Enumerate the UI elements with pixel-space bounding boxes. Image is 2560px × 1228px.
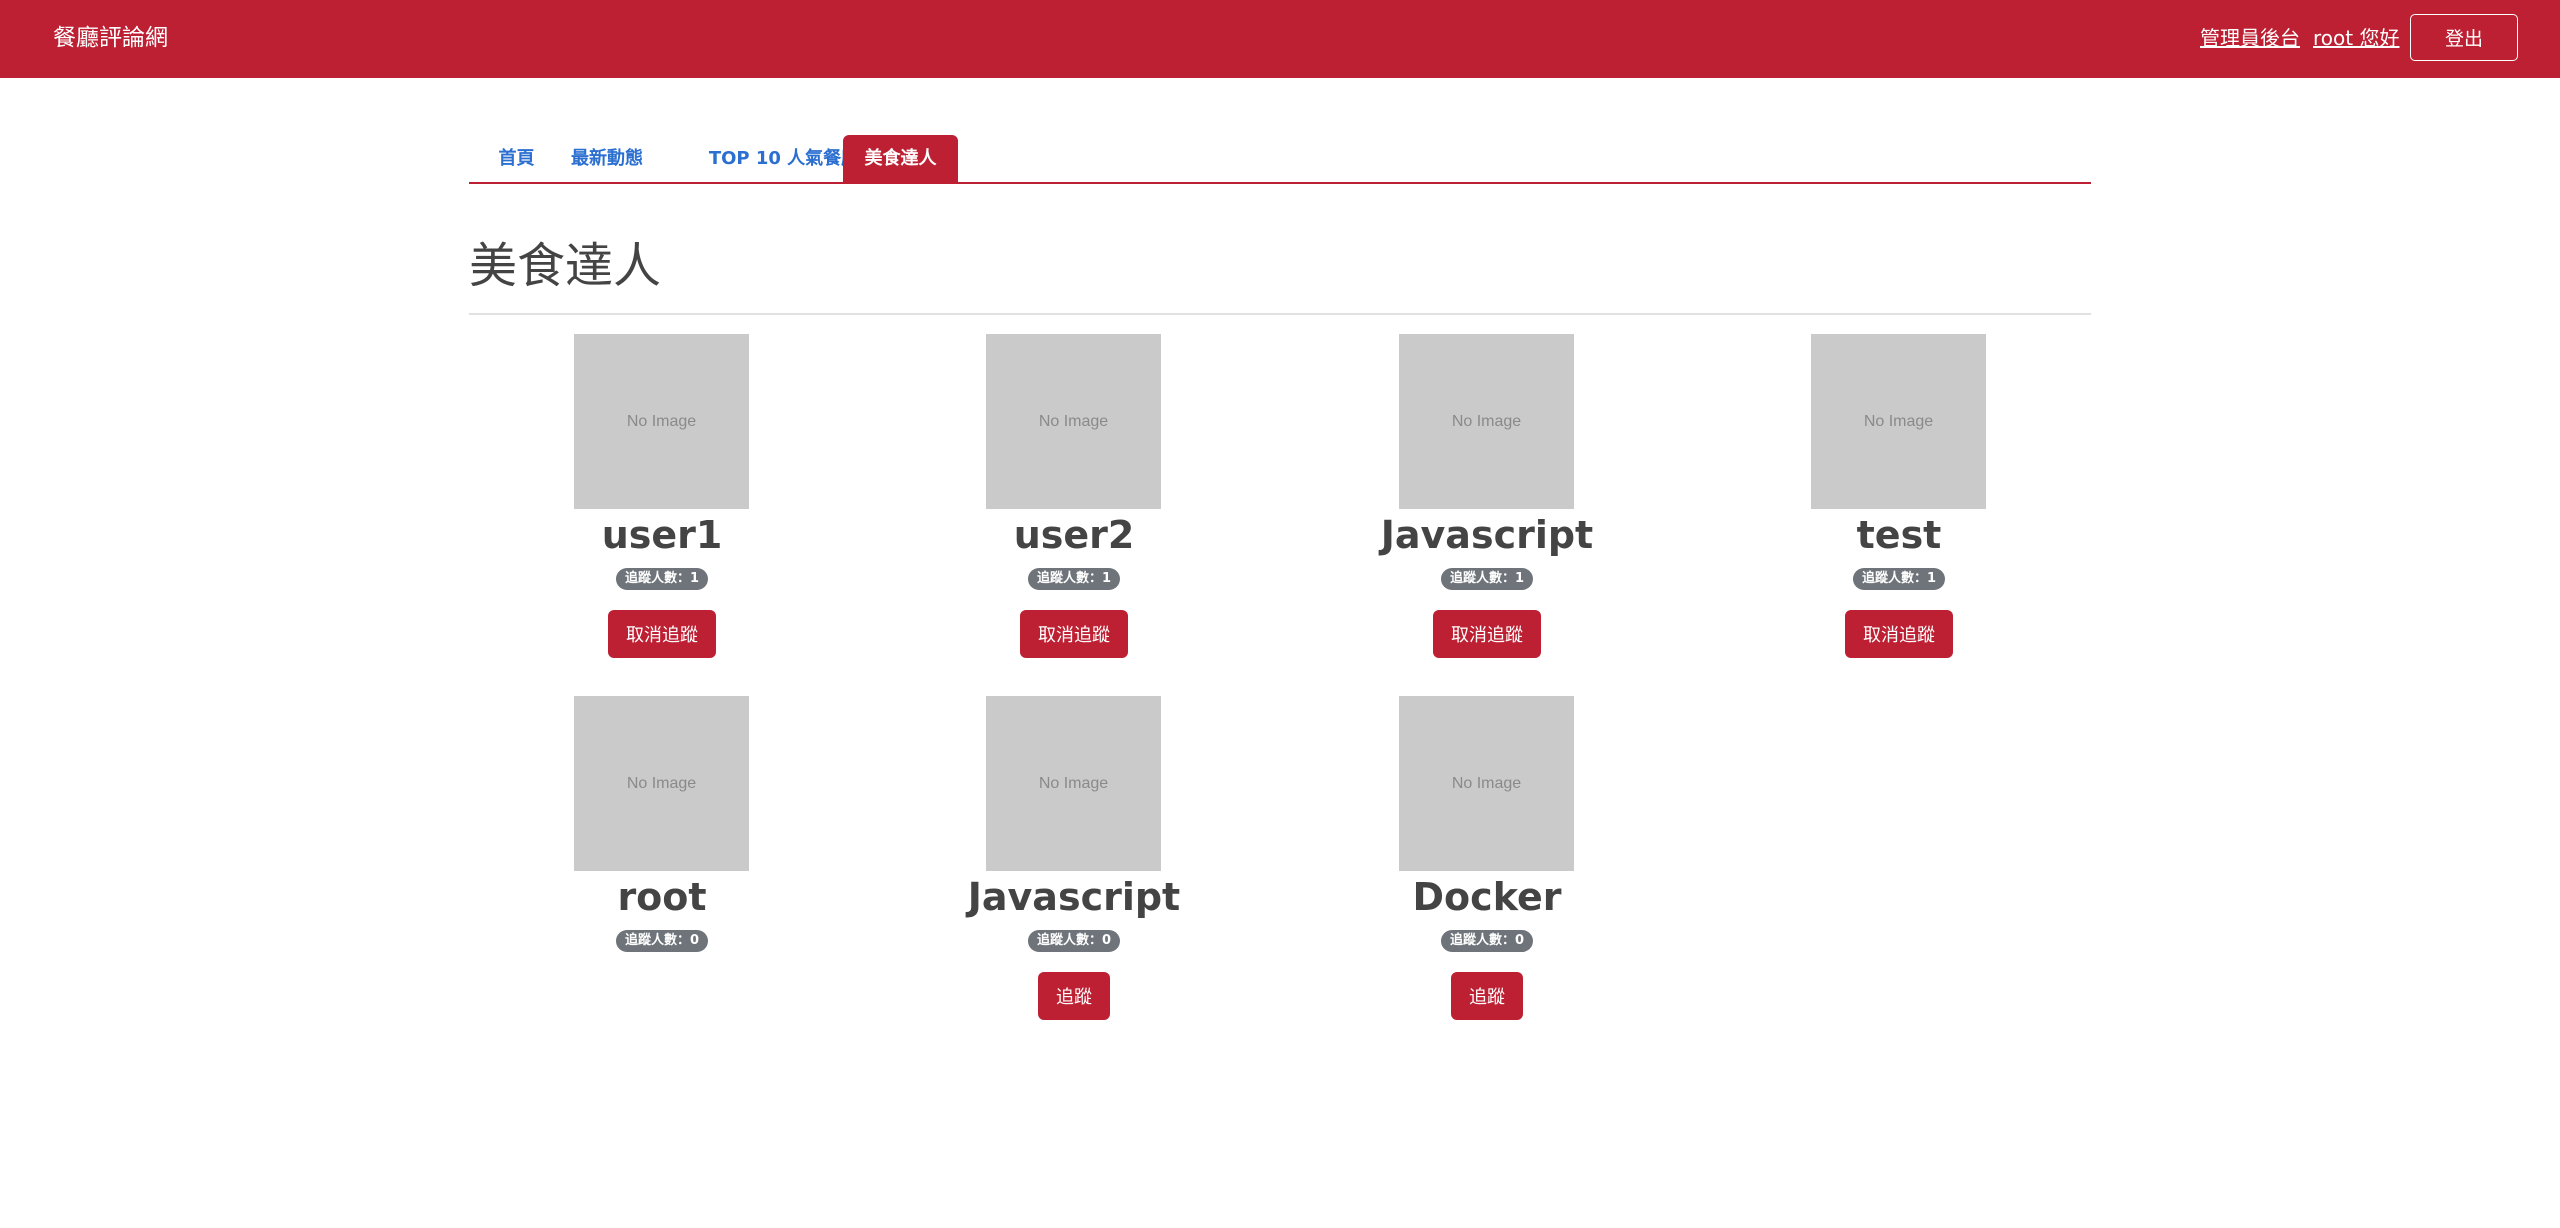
follower-count-badge: 追蹤人數：0 bbox=[615, 930, 709, 952]
follow-button[interactable]: 追蹤 bbox=[1451, 972, 1523, 1020]
unfollow-button[interactable]: 取消追蹤 bbox=[608, 610, 716, 658]
user-avatar[interactable]: No Image bbox=[574, 696, 749, 871]
user-name: root bbox=[617, 875, 707, 919]
user-name: Javascript bbox=[967, 875, 1181, 919]
follower-count-badge: 追蹤人數：1 bbox=[1027, 568, 1121, 590]
tab-home[interactable]: 首頁 bbox=[489, 135, 544, 182]
user-avatar[interactable]: No Image bbox=[574, 334, 749, 509]
tab-top-users[interactable]: 美食達人 bbox=[843, 135, 958, 182]
follower-count-badge: 追蹤人數：0 bbox=[1027, 930, 1121, 952]
site-brand-link[interactable]: 餐廳評論網 bbox=[53, 22, 168, 54]
user-avatar[interactable]: No Image bbox=[986, 696, 1161, 871]
user-name: Javascript bbox=[1380, 513, 1594, 557]
main-tabs: 首頁 最新動態 TOP 10 人氣餐廳 美食達人 bbox=[469, 135, 2091, 184]
user-avatar[interactable]: No Image bbox=[1399, 334, 1574, 509]
user-avatar[interactable]: No Image bbox=[1811, 334, 1986, 509]
user-avatar[interactable]: No Image bbox=[986, 334, 1161, 509]
follow-button[interactable]: 追蹤 bbox=[1038, 972, 1110, 1020]
admin-dashboard-link[interactable]: 管理員後台 bbox=[2200, 24, 2300, 52]
user-name: user2 bbox=[1013, 513, 1135, 557]
follower-count-badge: 追蹤人數：1 bbox=[615, 568, 709, 590]
unfollow-button[interactable]: 取消追蹤 bbox=[1020, 610, 1128, 658]
follower-count-badge: 追蹤人數：1 bbox=[1852, 568, 1946, 590]
follower-count-badge: 追蹤人數：1 bbox=[1440, 568, 1534, 590]
tab-feeds[interactable]: 最新動態 bbox=[557, 135, 657, 182]
unfollow-button[interactable]: 取消追蹤 bbox=[1433, 610, 1541, 658]
follower-count-badge: 追蹤人數：0 bbox=[1440, 930, 1534, 952]
top-navbar: 餐廳評論網 管理員後台 root 您好 登出 bbox=[0, 0, 2560, 78]
page-title: 美食達人 bbox=[469, 238, 662, 294]
user-profile-link[interactable]: root 您好 bbox=[2313, 24, 2399, 52]
user-avatar[interactable]: No Image bbox=[1399, 696, 1574, 871]
user-name: test bbox=[1856, 513, 1942, 557]
logout-button[interactable]: 登出 bbox=[2410, 14, 2518, 61]
title-divider bbox=[469, 313, 2091, 315]
user-name: Docker bbox=[1412, 875, 1562, 919]
unfollow-button[interactable]: 取消追蹤 bbox=[1845, 610, 1953, 658]
user-name: user1 bbox=[601, 513, 723, 557]
